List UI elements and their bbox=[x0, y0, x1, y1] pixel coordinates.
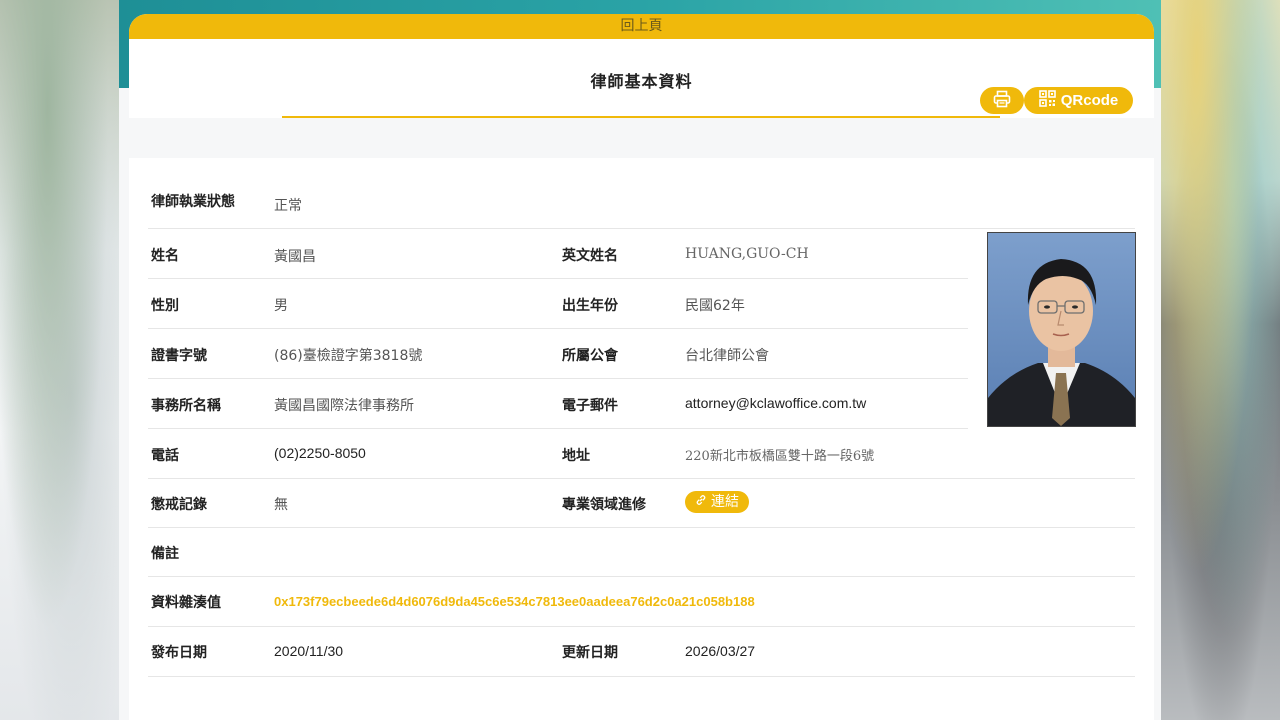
phone-value: (02)2250-8050 bbox=[274, 445, 366, 461]
discipline-value: 無 bbox=[274, 497, 288, 513]
specialty-link-button[interactable]: 連結 bbox=[685, 491, 749, 513]
english-name-value: HUANG,GUO-CH bbox=[685, 246, 809, 262]
gender-label: 性別 bbox=[151, 298, 179, 314]
certificate-label: 證書字號 bbox=[151, 348, 207, 364]
hash-label: 資料雜湊值 bbox=[151, 595, 221, 611]
background-left bbox=[0, 0, 119, 720]
printer-icon bbox=[993, 90, 1011, 112]
row-certificate: 證書字號 (86)臺檢證字第3818號 所屬公會 台北律師公會 bbox=[148, 329, 968, 379]
row-status: 律師執業狀態 正常 bbox=[148, 178, 1135, 229]
qrcode-icon bbox=[1038, 90, 1056, 111]
back-button[interactable]: 回上頁 bbox=[129, 14, 1154, 39]
specialty-label: 專業領域進修 bbox=[562, 497, 646, 513]
specialty-link-label: 連結 bbox=[711, 494, 739, 510]
row-name: 姓名 黃國昌 英文姓名 HUANG,GUO-CH bbox=[148, 229, 968, 279]
title-card: 回上頁 律師基本資料 QRcode bbox=[129, 14, 1154, 118]
firm-value: 黃國昌國際法律事務所 bbox=[274, 398, 414, 414]
title-underline bbox=[282, 116, 1000, 118]
main-container: 回上頁 律師基本資料 QRcode 律師執業狀態 正常 姓名 黃國昌 英文姓名 … bbox=[119, 0, 1161, 720]
update-date-value: 2026/03/27 bbox=[685, 643, 756, 659]
status-label: 律師執業狀態 bbox=[151, 194, 235, 210]
row-phone: 電話 (02)2250-8050 地址 220新北市板橋區雙十路一段6號 bbox=[148, 429, 1135, 479]
english-name-label: 英文姓名 bbox=[562, 248, 618, 264]
hash-value: 0x173f79ecbeede6d4d6076d9da45c6e534c7813… bbox=[274, 594, 755, 609]
birth-year-label: 出生年份 bbox=[562, 298, 618, 314]
association-label: 所屬公會 bbox=[562, 348, 618, 364]
publish-date-value: 2020/11/30 bbox=[274, 643, 344, 659]
phone-label: 電話 bbox=[151, 448, 179, 464]
association-value: 台北律師公會 bbox=[685, 348, 769, 364]
qrcode-button[interactable]: QRcode bbox=[1024, 87, 1133, 114]
name-value: 黃國昌 bbox=[274, 249, 316, 265]
update-date-label: 更新日期 bbox=[562, 645, 618, 661]
row-gender: 性別 男 出生年份 民國62年 bbox=[148, 279, 968, 329]
gender-value: 男 bbox=[274, 298, 288, 314]
status-value: 正常 bbox=[274, 198, 302, 214]
qrcode-label: QRcode bbox=[1060, 92, 1119, 109]
publish-date-label: 發布日期 bbox=[151, 645, 207, 661]
name-label: 姓名 bbox=[151, 248, 179, 264]
certificate-value: (86)臺檢證字第3818號 bbox=[274, 348, 423, 364]
link-icon bbox=[695, 491, 707, 513]
firm-label: 事務所名稱 bbox=[151, 398, 221, 414]
email-value[interactable]: attorney@kclawoffice.com.tw bbox=[685, 395, 866, 411]
note-label: 備註 bbox=[151, 546, 179, 562]
print-button[interactable] bbox=[980, 87, 1024, 114]
discipline-label: 懲戒記錄 bbox=[151, 497, 207, 513]
address-label: 地址 bbox=[562, 448, 590, 464]
email-label: 電子郵件 bbox=[562, 398, 618, 414]
row-note: 備註 bbox=[148, 528, 1135, 577]
row-dates: 發布日期 2020/11/30 更新日期 2026/03/27 bbox=[148, 627, 1135, 677]
lawyer-info-card: 律師執業狀態 正常 姓名 黃國昌 英文姓名 HUANG,GUO-CH 性別 男 … bbox=[129, 158, 1154, 720]
background-right bbox=[1161, 0, 1280, 720]
birth-year-value: 民國62年 bbox=[685, 298, 745, 314]
address-value: 220新北市板橋區雙十路一段6號 bbox=[685, 449, 875, 464]
row-discipline: 懲戒記錄 無 專業領域進修 連結 bbox=[148, 479, 1135, 528]
row-hash: 資料雜湊值 0x173f79ecbeede6d4d6076d9da45c6e53… bbox=[148, 577, 1135, 627]
row-firm: 事務所名稱 黃國昌國際法律事務所 電子郵件 attorney@kclawoffi… bbox=[148, 379, 968, 429]
lawyer-photo bbox=[987, 232, 1136, 427]
